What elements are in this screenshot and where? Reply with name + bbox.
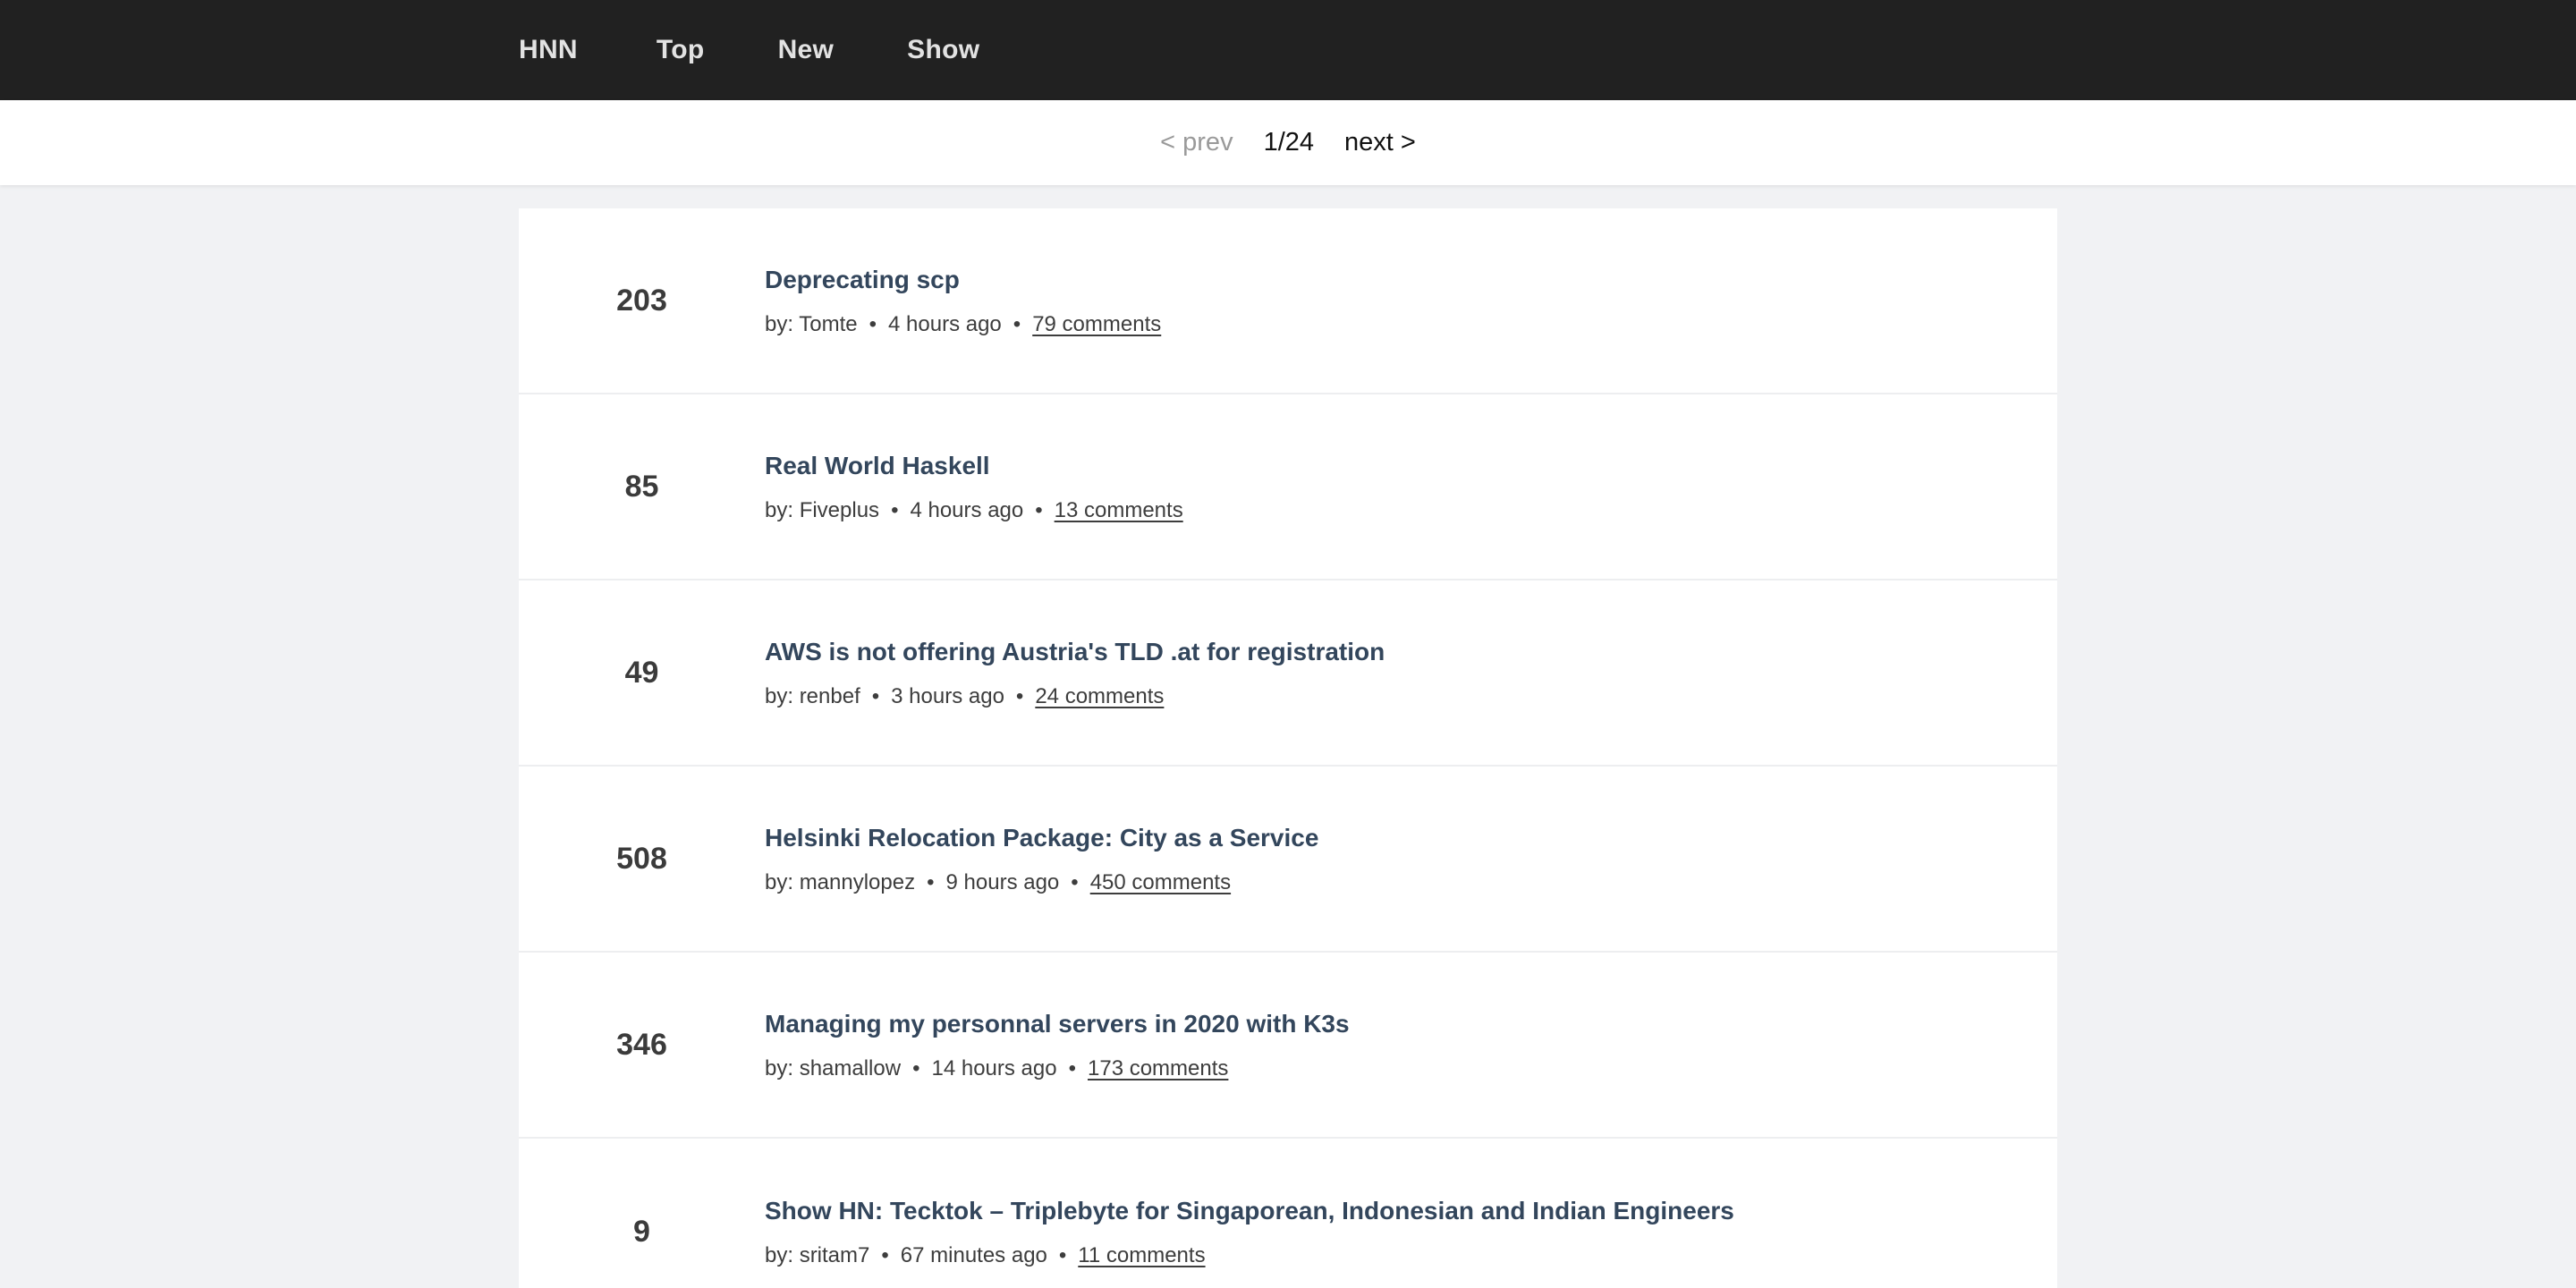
story-author-prefix: by: bbox=[765, 497, 800, 522]
meta-separator-icon: • bbox=[1035, 497, 1043, 522]
story-meta: by: Tomte • 4 hours ago • 79 comments bbox=[765, 312, 2021, 338]
story-score: 85 bbox=[624, 470, 659, 504]
story-time: 3 hours ago bbox=[891, 683, 1004, 708]
story-comments-link[interactable]: 450 comments bbox=[1090, 870, 1231, 896]
story-author-name: sritam7 bbox=[799, 1242, 870, 1267]
meta-separator-icon: • bbox=[891, 497, 899, 522]
story-title-link[interactable]: Deprecating scp bbox=[765, 264, 2021, 295]
story-author-name: renbef bbox=[799, 683, 860, 708]
story-row: 203 Deprecating scp by: Tomte • 4 hours ago •… bbox=[519, 208, 2057, 394]
story-content: Managing my personnal servers in 2020 wi… bbox=[765, 1008, 2057, 1082]
story-meta: by: sritam7 • 67 minutes ago • 11 comments bbox=[765, 1243, 2021, 1269]
nav-brand-hnn[interactable]: HNN bbox=[519, 37, 578, 64]
story-meta: by: shamallow • 14 hours ago • 173 comments bbox=[765, 1056, 2021, 1082]
story-comments-link[interactable]: 13 comments bbox=[1055, 498, 1183, 524]
story-author-name: shamallow bbox=[799, 1055, 902, 1080]
meta-separator-icon: • bbox=[1071, 869, 1079, 894]
story-content: Deprecating scp by: Tomte • 4 hours ago • 79 … bbox=[765, 264, 2057, 338]
story-author-name: Fiveplus bbox=[799, 497, 880, 522]
story-title-link[interactable]: Real World Haskell bbox=[765, 450, 2021, 481]
nav-item-top[interactable]: Top bbox=[657, 37, 705, 64]
story-title-link[interactable]: Helsinki Relocation Package: City as a S… bbox=[765, 822, 2021, 853]
story-comments-link[interactable]: 173 comments bbox=[1088, 1056, 1228, 1082]
story-author: by: Tomte bbox=[765, 312, 858, 338]
story-time: 4 hours ago bbox=[910, 497, 1024, 522]
meta-separator-icon: • bbox=[1068, 1055, 1076, 1080]
nav-item-new[interactable]: New bbox=[778, 37, 835, 64]
story-time: 9 hours ago bbox=[945, 869, 1060, 894]
story-score: 9 bbox=[633, 1215, 650, 1249]
story-author-prefix: by: bbox=[765, 311, 800, 336]
story-author-prefix: by: bbox=[765, 869, 800, 894]
story-score: 346 bbox=[616, 1028, 667, 1062]
story-row: 85 Real World Haskell by: Fiveplus • 4 hours… bbox=[519, 394, 2057, 580]
story-author-prefix: by: bbox=[765, 683, 800, 708]
meta-separator-icon: • bbox=[912, 1055, 920, 1080]
story-meta: by: Fiveplus • 4 hours ago • 13 comments bbox=[765, 498, 2021, 524]
story-time: 4 hours ago bbox=[888, 311, 1002, 336]
meta-separator-icon: • bbox=[927, 869, 935, 894]
story-content: AWS is not offering Austria's TLD .at fo… bbox=[765, 636, 2057, 710]
meta-separator-icon: • bbox=[869, 311, 877, 336]
story-title-link[interactable]: Show HN: Tecktok – Triplebyte for Singap… bbox=[765, 1195, 2021, 1226]
story-author: by: mannylopez bbox=[765, 870, 915, 896]
story-author-prefix: by: bbox=[765, 1242, 800, 1267]
nav-item-show[interactable]: Show bbox=[907, 37, 979, 64]
story-score: 203 bbox=[616, 284, 667, 318]
story-row: 346 Managing my personnal servers in 2020… bbox=[519, 953, 2057, 1139]
story-author-name: mannylopez bbox=[799, 869, 916, 894]
story-title-link[interactable]: Managing my personnal servers in 2020 wi… bbox=[765, 1008, 2021, 1039]
page-body: 203 Deprecating scp by: Tomte • 4 hours ago •… bbox=[0, 185, 2576, 1288]
story-author-prefix: by: bbox=[765, 1055, 800, 1080]
story-author: by: shamallow bbox=[765, 1056, 901, 1082]
story-row: 9 Show HN: Tecktok – Triplebyte for Singa… bbox=[519, 1139, 2057, 1288]
meta-separator-icon: • bbox=[881, 1242, 889, 1267]
story-author-name: Tomte bbox=[799, 311, 858, 336]
page-indicator: 1/24 bbox=[1263, 128, 1315, 157]
meta-separator-icon: • bbox=[1013, 311, 1021, 336]
story-row: 508 Helsinki Relocation Package: City as … bbox=[519, 767, 2057, 953]
story-meta: by: renbef • 3 hours ago • 24 comments bbox=[765, 684, 2021, 710]
pagination-bar: < prev 1/24 next > bbox=[0, 100, 2576, 185]
story-title-link[interactable]: AWS is not offering Austria's TLD .at fo… bbox=[765, 636, 2021, 667]
story-author: by: Fiveplus bbox=[765, 498, 879, 524]
story-score: 508 bbox=[616, 842, 667, 876]
story-author: by: sritam7 bbox=[765, 1243, 869, 1269]
meta-separator-icon: • bbox=[871, 683, 880, 708]
story-comments-link[interactable]: 24 comments bbox=[1035, 684, 1164, 710]
story-author: by: renbef bbox=[765, 684, 860, 710]
meta-separator-icon: • bbox=[1015, 683, 1024, 708]
meta-separator-icon: • bbox=[1058, 1242, 1067, 1267]
prev-page-link[interactable]: < prev bbox=[1160, 130, 1233, 156]
next-page-link[interactable]: next > bbox=[1344, 130, 1416, 156]
top-navbar: HNN Top New Show bbox=[0, 0, 2576, 100]
story-content: Real World Haskell by: Fiveplus • 4 hours a… bbox=[765, 450, 2057, 524]
story-content: Show HN: Tecktok – Triplebyte for Singap… bbox=[765, 1195, 2057, 1269]
story-time: 14 hours ago bbox=[931, 1055, 1057, 1080]
story-comments-link[interactable]: 79 comments bbox=[1032, 312, 1161, 338]
story-row: 49 AWS is not offering Austria's TLD .at … bbox=[519, 580, 2057, 767]
story-time: 67 minutes ago bbox=[900, 1242, 1047, 1267]
story-score: 49 bbox=[624, 656, 659, 690]
story-content: Helsinki Relocation Package: City as a S… bbox=[765, 822, 2057, 896]
story-meta: by: mannylopez • 9 hours ago • 450 comments bbox=[765, 870, 2021, 896]
story-comments-link[interactable]: 11 comments bbox=[1078, 1243, 1205, 1269]
story-list: 203 Deprecating scp by: Tomte • 4 hours ago •… bbox=[519, 208, 2057, 1288]
